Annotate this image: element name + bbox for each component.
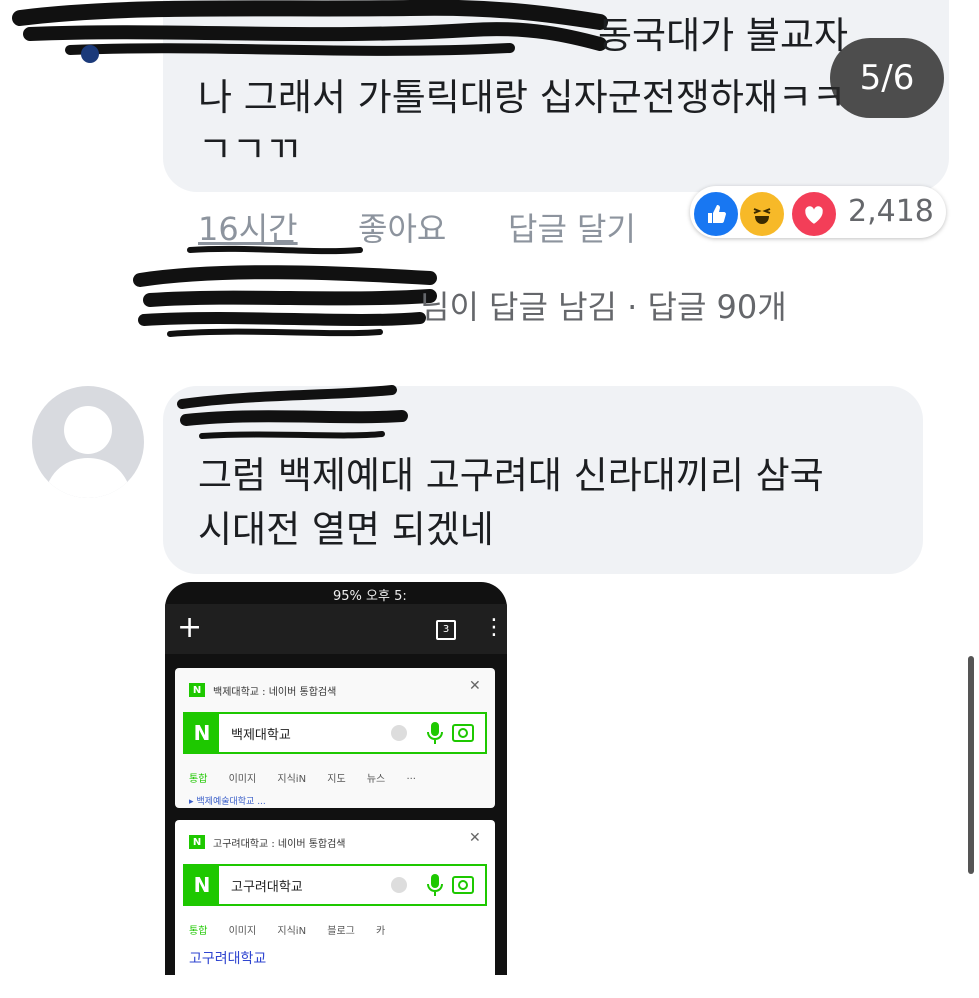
browser-tab-card[interactable]: N 백제대학교 : 네이버 통합검색 ✕ N 백제대학교 통합 이미지 지식iN…: [175, 668, 495, 808]
close-icon[interactable]: ✕: [469, 678, 481, 694]
more-menu-icon[interactable]: ⋮: [483, 614, 505, 642]
comment2-text-line1: 그럼 백제예대 고구려대 신라대끼리 삼국: [198, 454, 824, 497]
tab-all[interactable]: 통합: [189, 774, 207, 785]
like-icon: [692, 190, 740, 238]
tab-news[interactable]: 뉴스: [367, 774, 385, 785]
search-result-title[interactable]: 고구려대학교: [189, 948, 266, 968]
tab-count-icon[interactable]: 3: [436, 620, 456, 640]
naver-logo-icon: N: [185, 866, 219, 904]
close-icon[interactable]: ✕: [469, 830, 481, 846]
lens-icon[interactable]: [451, 722, 475, 744]
search-tabs: 통합 이미지 지식iN 지도 뉴스 ···: [189, 770, 434, 785]
comment1-text-line2: 나 그래서 가톨릭대랑 십자군전쟁하재ㅋㅋ: [198, 76, 847, 119]
naver-logo-icon: N: [185, 714, 219, 752]
phone-status-bar: 95% 오후 5:: [165, 582, 507, 604]
tab-all[interactable]: 통합: [189, 926, 207, 937]
tab-map[interactable]: 지도: [327, 774, 345, 785]
tab-card-title: 백제대학교 : 네이버 통합검색: [213, 686, 337, 698]
naver-logo-icon: N: [189, 683, 205, 697]
lens-icon[interactable]: [451, 874, 475, 896]
search-result-partial[interactable]: ▸ 백제예술대학교 ...: [189, 794, 266, 807]
comment1-text-line1: 동국대가 불교자: [598, 14, 849, 57]
reply-button[interactable]: 답글 달기: [508, 204, 636, 250]
tab-cafe[interactable]: 카: [376, 926, 385, 937]
search-input[interactable]: N 고구려대학교: [183, 864, 487, 906]
phone-status-text: 95% 오후 5:: [333, 589, 407, 604]
avatar[interactable]: [32, 386, 144, 498]
new-tab-icon[interactable]: +: [177, 610, 202, 646]
search-query: 고구려대학교: [231, 880, 303, 895]
clear-icon[interactable]: [391, 725, 407, 741]
search-input[interactable]: N 백제대학교: [183, 712, 487, 754]
mic-icon[interactable]: [423, 720, 447, 746]
tab-knowledge[interactable]: 지식iN: [277, 926, 306, 937]
tab-images[interactable]: 이미지: [229, 774, 257, 785]
redacted-name-scribble: [177, 385, 408, 439]
redacted-name-scribble: [12, 0, 608, 63]
attached-phone-screenshot[interactable]: 95% 오후 5: + 3 ⋮ N 백제대학교 : 네이버 통합검색 ✕ N 백…: [165, 582, 507, 975]
naver-logo-icon: N: [189, 835, 205, 849]
tab-blog[interactable]: 블로그: [327, 926, 355, 937]
redacted-replier-scribble: [133, 245, 437, 337]
mic-icon[interactable]: [423, 872, 447, 898]
browser-tab-card[interactable]: N 고구려대학교 : 네이버 통합검색 ✕ N 고구려대학교 통합 이미지 지식…: [175, 820, 495, 975]
tab-card-title: 고구려대학교 : 네이버 통합검색: [213, 838, 346, 850]
comment2-text-line2: 시대전 열면 되겠네: [198, 508, 494, 551]
page-indicator: 5/6: [830, 38, 944, 118]
haha-icon: [738, 190, 786, 238]
search-tabs: 통합 이미지 지식iN 블로그 카: [189, 922, 403, 937]
default-profile-icon: [44, 406, 132, 498]
replies-summary-link[interactable]: 님이 답글 남김 · 답글 90개: [420, 282, 787, 328]
clear-icon[interactable]: [391, 877, 407, 893]
scrollbar[interactable]: [968, 656, 974, 874]
browser-toolbar: + 3 ⋮: [165, 604, 507, 654]
reaction-count: 2,418: [848, 194, 934, 229]
tab-images[interactable]: 이미지: [229, 926, 257, 937]
tab-more[interactable]: ···: [406, 774, 416, 785]
tab-knowledge[interactable]: 지식iN: [277, 774, 306, 785]
love-icon: [790, 190, 838, 238]
reaction-summary[interactable]: 2,418: [690, 186, 946, 238]
comment1-text-line3: ㄱㄱㄲ: [198, 128, 301, 171]
search-query: 백제대학교: [231, 728, 291, 743]
